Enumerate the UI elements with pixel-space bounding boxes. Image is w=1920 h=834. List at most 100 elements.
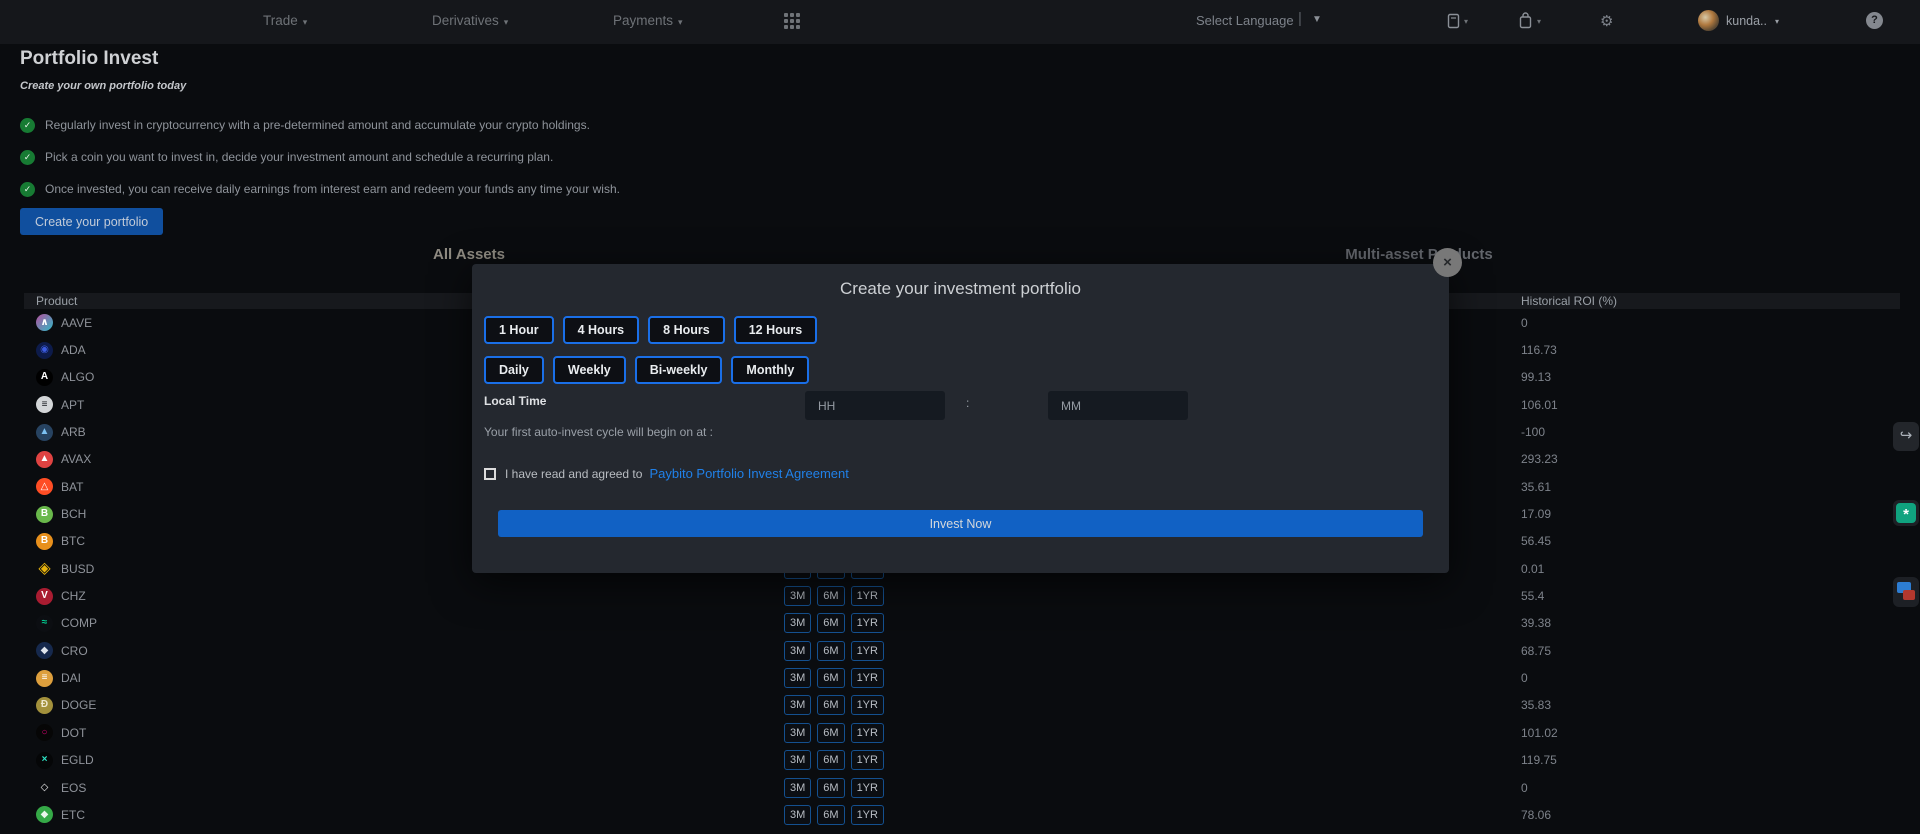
apps-grid-icon[interactable]: [784, 13, 802, 31]
agreement-checkbox[interactable]: [484, 468, 496, 480]
close-icon[interactable]: ×: [1433, 248, 1462, 277]
asset-symbol: ARB: [61, 425, 86, 439]
period-3m-button[interactable]: 3M: [784, 723, 811, 743]
period-6m-button[interactable]: 6M: [817, 695, 844, 715]
local-time-label: Local Time: [484, 394, 546, 408]
table-row: ○DOT3M6M1YR101.02: [24, 719, 1900, 746]
agreement-link[interactable]: Paybito Portfolio Invest Agreement: [649, 466, 848, 481]
chevron-down-icon: ▾: [1464, 17, 1468, 26]
chatgpt-extension-icon[interactable]: *: [1893, 500, 1919, 526]
nav-item-payments[interactable]: Payments▾: [613, 13, 683, 28]
frequency-button-daily[interactable]: Daily: [484, 356, 544, 384]
chat-bubbles-icon[interactable]: [1893, 577, 1919, 607]
user-avatar[interactable]: [1698, 10, 1719, 31]
period-1yr-button[interactable]: 1YR: [851, 778, 884, 798]
asset-symbol: CRO: [61, 644, 88, 658]
nav-item-label: Trade: [263, 13, 298, 28]
roi-value: 99.13: [1521, 370, 1551, 384]
share-arrow-icon[interactable]: ↪: [1893, 422, 1919, 451]
nav-item-derivatives[interactable]: Derivatives▾: [432, 13, 508, 28]
table-row: ≡DAI3M6M1YR0: [24, 664, 1900, 691]
period-3m-button[interactable]: 3M: [784, 613, 811, 633]
period-3m-button[interactable]: 3M: [784, 750, 811, 770]
period-6m-button[interactable]: 6M: [817, 641, 844, 661]
page-subtitle: Create your own portfolio today: [20, 80, 186, 92]
algo-icon: A: [36, 369, 53, 386]
feature-text: Once invested, you can receive daily ear…: [45, 182, 620, 196]
period-buttons: 3M 6M 1YR: [784, 613, 884, 633]
doge-icon: Ð: [36, 697, 53, 714]
hours-input[interactable]: [805, 391, 945, 420]
period-6m-button[interactable]: 6M: [817, 586, 844, 606]
frequency-button-8-hours[interactable]: 8 Hours: [648, 316, 725, 344]
asset-symbol: EGLD: [61, 753, 94, 767]
language-selector[interactable]: Select Language: [1196, 13, 1294, 28]
time-separator: :: [966, 396, 969, 410]
egld-icon: ×: [36, 752, 53, 769]
orders-bag-icon[interactable]: [1518, 12, 1533, 29]
period-1yr-button[interactable]: 1YR: [851, 613, 884, 633]
wallet-icon[interactable]: [1446, 13, 1461, 29]
period-3m-button[interactable]: 3M: [784, 778, 811, 798]
cro-icon: ◆: [36, 642, 53, 659]
check-circle-icon: ✓: [20, 150, 35, 165]
period-6m-button[interactable]: 6M: [817, 723, 844, 743]
period-3m-button[interactable]: 3M: [784, 586, 811, 606]
asset-symbol: APT: [61, 398, 84, 412]
invest-now-button[interactable]: Invest Now: [498, 510, 1423, 537]
period-1yr-button[interactable]: 1YR: [851, 805, 884, 825]
period-3m-button[interactable]: 3M: [784, 695, 811, 715]
period-6m-button[interactable]: 6M: [817, 668, 844, 688]
day-frequency-options: Daily Weekly Bi-weekly Monthly: [484, 356, 809, 384]
asset-symbol: AAVE: [61, 316, 92, 330]
period-1yr-button[interactable]: 1YR: [851, 641, 884, 661]
roi-value: 106.01: [1521, 398, 1558, 412]
tab-all-assets[interactable]: All Assets: [0, 246, 938, 263]
language-dropdown-icon[interactable]: ▼: [1312, 14, 1322, 25]
apt-icon: ≡: [36, 396, 53, 413]
help-icon[interactable]: ?: [1866, 12, 1883, 29]
period-3m-button[interactable]: 3M: [784, 641, 811, 661]
roi-value: 78.06: [1521, 808, 1551, 822]
period-6m-button[interactable]: 6M: [817, 778, 844, 798]
frequency-button-bi-weekly[interactable]: Bi-weekly: [635, 356, 723, 384]
frequency-button-12-hours[interactable]: 12 Hours: [734, 316, 818, 344]
frequency-button-monthly[interactable]: Monthly: [731, 356, 809, 384]
arb-icon: ▲: [36, 424, 53, 441]
roi-value: 68.75: [1521, 644, 1551, 658]
period-3m-button[interactable]: 3M: [784, 805, 811, 825]
btc-icon: B: [36, 533, 53, 550]
settings-gear-icon[interactable]: ⚙: [1600, 12, 1613, 30]
frequency-button-1-hour[interactable]: 1 Hour: [484, 316, 554, 344]
busd-icon: ◈: [36, 560, 53, 577]
frequency-button-weekly[interactable]: Weekly: [553, 356, 626, 384]
period-1yr-button[interactable]: 1YR: [851, 586, 884, 606]
roi-value: 0: [1521, 671, 1528, 685]
nav-item-trade[interactable]: Trade▾: [263, 13, 307, 28]
comp-icon: ≈: [36, 615, 53, 632]
period-1yr-button[interactable]: 1YR: [851, 668, 884, 688]
asset-symbol: ADA: [61, 343, 86, 357]
minutes-input[interactable]: [1048, 391, 1188, 420]
roi-value: 119.75: [1521, 753, 1557, 767]
asset-symbol: EOS: [61, 781, 86, 795]
bch-icon: B: [36, 506, 53, 523]
roi-value: 35.83: [1521, 698, 1551, 712]
period-1yr-button[interactable]: 1YR: [851, 723, 884, 743]
period-1yr-button[interactable]: 1YR: [851, 750, 884, 770]
agreement-row: I have read and agreed to Paybito Portfo…: [484, 466, 849, 481]
period-6m-button[interactable]: 6M: [817, 613, 844, 633]
user-menu[interactable]: kunda..: [1726, 14, 1767, 28]
period-6m-button[interactable]: 6M: [817, 805, 844, 825]
asset-symbol: BAT: [61, 480, 83, 494]
period-buttons: 3M 6M 1YR: [784, 586, 884, 606]
agreement-text: I have read and agreed to: [505, 467, 642, 481]
create-portfolio-button[interactable]: Create your portfolio: [20, 208, 163, 235]
period-1yr-button[interactable]: 1YR: [851, 695, 884, 715]
period-3m-button[interactable]: 3M: [784, 668, 811, 688]
roi-value: 39.38: [1521, 616, 1551, 630]
roi-value: 0: [1521, 781, 1528, 795]
frequency-button-4-hours[interactable]: 4 Hours: [563, 316, 640, 344]
tab-multi-asset-products[interactable]: Multi-asset Products: [938, 246, 1900, 263]
period-6m-button[interactable]: 6M: [817, 750, 844, 770]
